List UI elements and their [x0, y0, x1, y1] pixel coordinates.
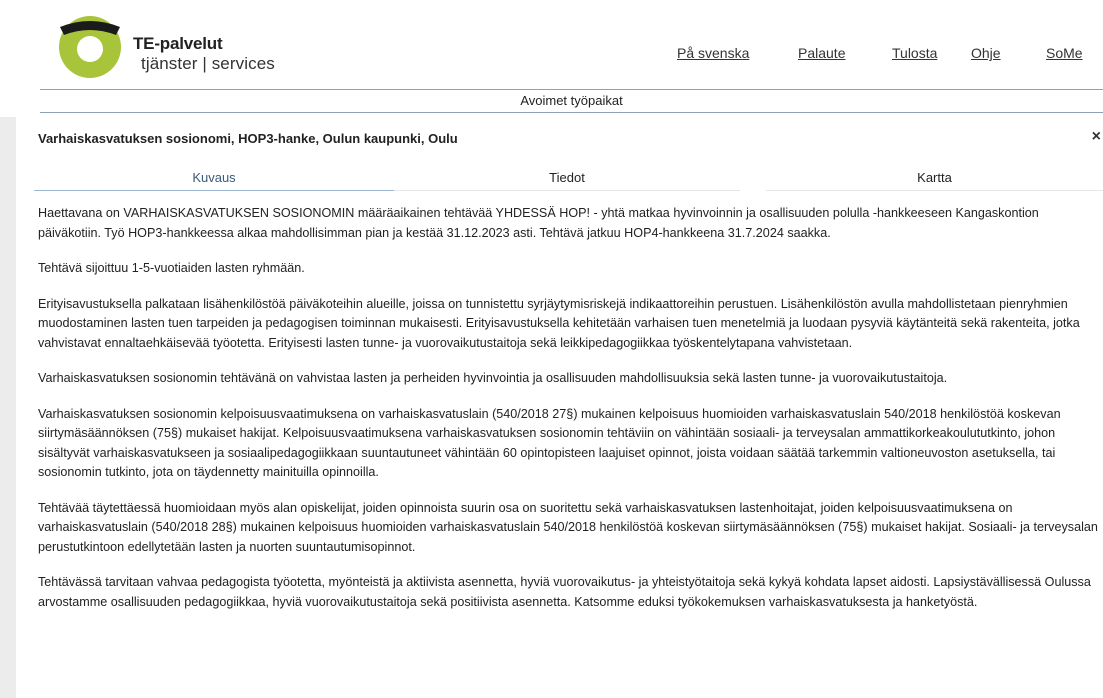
nav-palaute-link[interactable]: Palaute	[798, 45, 845, 61]
nav-pa-svenska-link[interactable]: På svenska	[677, 45, 749, 61]
description-paragraph: Tehtävää täytettäessä huomioidaan myös a…	[38, 500, 1098, 554]
site-header: TE-palvelut tjänster | services På svens…	[0, 0, 1103, 88]
description-paragraph: Varhaiskasvatuksen sosionomin kelpoisuus…	[38, 406, 1061, 480]
tab-bar: Kuvaus Tiedot Kartta	[34, 166, 1103, 194]
job-description: Haettavana on VARHAISKASVATUKSEN SOSIONO…	[38, 204, 1098, 628]
section-title: Avoimet työpaikat	[520, 93, 623, 108]
description-paragraph: Tehtävässä tarvitaan vahvaa pedagogista …	[38, 575, 1091, 609]
brand-subtitle: tjänster | services	[141, 54, 275, 73]
description-paragraph: Erityisavustuksella palkataan lisähenkil…	[38, 296, 1080, 350]
close-icon[interactable]: ×	[1092, 128, 1101, 146]
te-palvelut-logo-icon[interactable]	[56, 13, 124, 81]
section-divider	[40, 112, 1103, 113]
nav-tulosta-link[interactable]: Tulosta	[892, 45, 937, 61]
tab-kartta[interactable]: Kartta	[766, 166, 1103, 191]
left-gutter	[0, 117, 16, 698]
nav-some-link[interactable]: SoMe	[1046, 45, 1083, 61]
description-paragraph: Varhaiskasvatuksen sosionomin tehtävänä …	[38, 371, 948, 385]
brand-name: TE-palvelut	[133, 34, 223, 53]
nav-ohje-link[interactable]: Ohje	[971, 45, 1001, 61]
tab-tiedot[interactable]: Tiedot	[394, 166, 740, 191]
job-detail-panel: Varhaiskasvatuksen sosionomi, HOP3-hanke…	[26, 117, 1103, 698]
job-title: Varhaiskasvatuksen sosionomi, HOP3-hanke…	[38, 131, 458, 146]
description-paragraph: Haettavana on VARHAISKASVATUKSEN SOSIONO…	[38, 206, 1039, 240]
tab-kuvaus[interactable]: Kuvaus	[34, 166, 394, 191]
description-paragraph: Tehtävä sijoittuu 1-5-vuotiaiden lasten …	[38, 261, 305, 275]
